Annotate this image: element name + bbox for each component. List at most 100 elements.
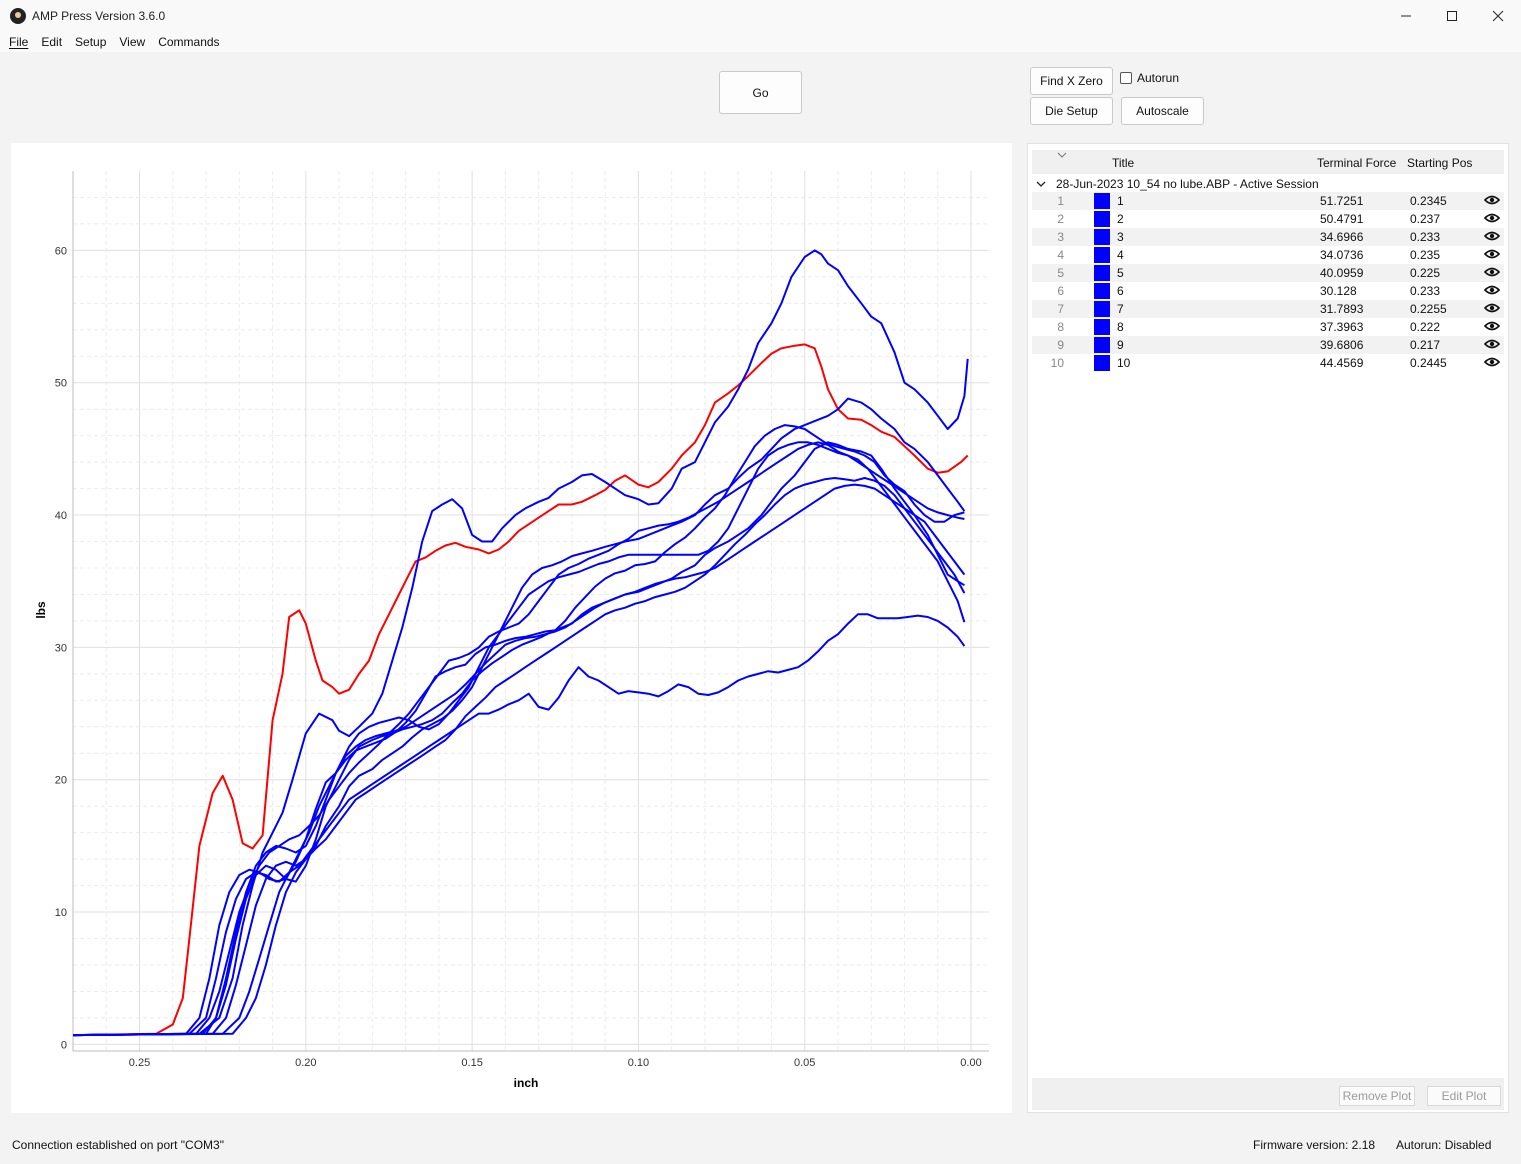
menu-file[interactable]: File [4,35,36,49]
plot-row[interactable]: 5 5 40.0959 0.225 [1032,264,1504,282]
row-starting-pos: 0.2255 [1410,302,1447,316]
autorun-checkbox[interactable] [1120,72,1132,84]
eye-icon[interactable] [1483,247,1501,264]
plot-row[interactable]: 7 7 31.7893 0.2255 [1032,300,1504,318]
row-starting-pos: 0.222 [1410,320,1441,334]
session-row[interactable]: 28-Jun-2023 10_54 no lube.ABP - Active S… [1036,176,1319,192]
plot-row[interactable]: 8 8 37.3963 0.222 [1032,318,1504,336]
color-swatch[interactable] [1094,193,1110,209]
row-terminal-force: 31.7893 [1320,302,1364,316]
column-title[interactable]: Title [1112,156,1134,170]
x-tick-label: 0.25 [129,1057,150,1069]
eye-icon[interactable] [1483,337,1501,354]
eye-icon[interactable] [1483,355,1501,372]
plot-row[interactable]: 1 1 51.7251 0.2345 [1032,192,1504,210]
edit-plot-button[interactable]: Edit Plot [1427,1086,1501,1106]
x-tick-label: 0.10 [628,1057,649,1069]
x-tick-label: 0.05 [794,1057,815,1069]
color-swatch[interactable] [1094,355,1110,371]
y-tick-label: 50 [55,378,67,390]
autorun-status: Autorun: Disabled [1396,1138,1492,1152]
color-swatch[interactable] [1094,337,1110,353]
minimize-button[interactable] [1383,0,1429,31]
series-line-2[interactable] [72,249,969,1037]
menu-commands[interactable]: Commands [153,35,227,49]
x-tick-label: 0.20 [295,1057,316,1069]
autorun-label: Autorun [1137,71,1180,85]
color-swatch[interactable] [1094,265,1110,281]
firmware-version: Firmware version: 2.18 [1253,1138,1376,1152]
series-line-3[interactable] [72,424,965,1037]
eye-icon[interactable] [1483,211,1501,228]
maximize-button[interactable] [1429,0,1475,31]
series-line-10[interactable] [72,483,966,1037]
color-swatch[interactable] [1094,211,1110,227]
autorun-checkbox-wrap[interactable]: Autorun [1120,71,1179,85]
row-index: 6 [1057,284,1064,298]
find-x-zero-button[interactable]: Find X Zero [1030,67,1113,95]
plot-row[interactable]: 4 4 34.0736 0.235 [1032,246,1504,264]
row-title: 5 [1117,266,1124,280]
table-action-bar: Remove Plot Edit Plot [1032,1078,1504,1110]
row-starting-pos: 0.233 [1410,284,1441,298]
column-terminal-force[interactable]: Terminal Force [1317,156,1396,170]
row-index: 9 [1057,338,1064,352]
session-label: 28-Jun-2023 10_54 no lube.ABP - Active S… [1056,177,1319,191]
color-swatch[interactable] [1094,283,1110,299]
menu-setup[interactable]: Setup [70,35,114,49]
eye-icon[interactable] [1483,319,1501,336]
go-button[interactable]: Go [719,71,802,114]
menu-view[interactable]: View [114,35,153,49]
chart-panel[interactable]: 0.25 0.20 0.15 0.10 0.05 0.00 0 10 20 30 40 50 60 in… [11,143,1012,1113]
row-title: 1 [1117,194,1124,208]
row-index: 3 [1057,230,1064,244]
row-title: 8 [1117,320,1124,334]
force-position-chart[interactable]: 0.25 0.20 0.15 0.10 0.05 0.00 0 10 20 30 40 50 60 in… [11,143,1012,1113]
y-tick-label: 60 [55,245,67,257]
y-tick-label: 30 [55,642,67,654]
row-terminal-force: 50.4791 [1320,212,1364,226]
window-controls [1383,0,1521,31]
row-index: 5 [1057,266,1064,280]
color-swatch[interactable] [1094,319,1110,335]
plot-row[interactable]: 10 10 44.4569 0.2445 [1032,354,1504,372]
row-title: 6 [1117,284,1124,298]
eye-icon[interactable] [1483,265,1501,282]
die-setup-button[interactable]: Die Setup [1030,97,1113,125]
column-starting-pos[interactable]: Starting Pos [1407,156,1472,170]
row-index: 10 [1050,356,1064,370]
row-starting-pos: 0.225 [1410,266,1441,280]
color-swatch[interactable] [1094,301,1110,317]
plot-row[interactable]: 6 6 30.128 0.233 [1032,282,1504,300]
plot-row[interactable]: 9 9 39.6806 0.217 [1032,336,1504,354]
y-tick-label: 40 [55,510,67,522]
title-bar: AMP Press Version 3.6.0 [0,0,1521,31]
color-swatch[interactable] [1094,229,1110,245]
row-title: 3 [1117,230,1124,244]
close-icon [1492,10,1504,21]
color-swatch[interactable] [1094,247,1110,263]
eye-icon[interactable] [1483,301,1501,318]
remove-plot-button[interactable]: Remove Plot [1339,1086,1415,1106]
eye-icon[interactable] [1483,283,1501,300]
eye-icon[interactable] [1483,229,1501,246]
chevron-down-icon[interactable] [1036,180,1046,188]
row-index: 8 [1057,320,1064,334]
series-line-4[interactable] [72,397,966,1037]
series-line-6[interactable] [72,613,966,1037]
sort-caret-icon[interactable] [1057,152,1067,158]
window-title: AMP Press Version 3.6.0 [32,8,166,23]
eye-icon[interactable] [1483,193,1501,210]
row-starting-pos: 0.2345 [1410,194,1447,208]
series-line-8[interactable] [72,477,966,1037]
x-tick-label: 0.00 [960,1057,981,1069]
plot-row[interactable]: 3 3 34.6966 0.233 [1032,228,1504,246]
plot-row[interactable]: 2 2 50.4791 0.237 [1032,210,1504,228]
row-starting-pos: 0.2445 [1410,356,1447,370]
close-button[interactable] [1475,0,1521,31]
plot-table-panel: Title Terminal Force Starting Pos 28-Jun… [1027,143,1509,1113]
menu-edit[interactable]: Edit [36,35,70,49]
row-title: 2 [1117,212,1124,226]
autoscale-button[interactable]: Autoscale [1121,97,1204,125]
series-group [72,249,969,1037]
